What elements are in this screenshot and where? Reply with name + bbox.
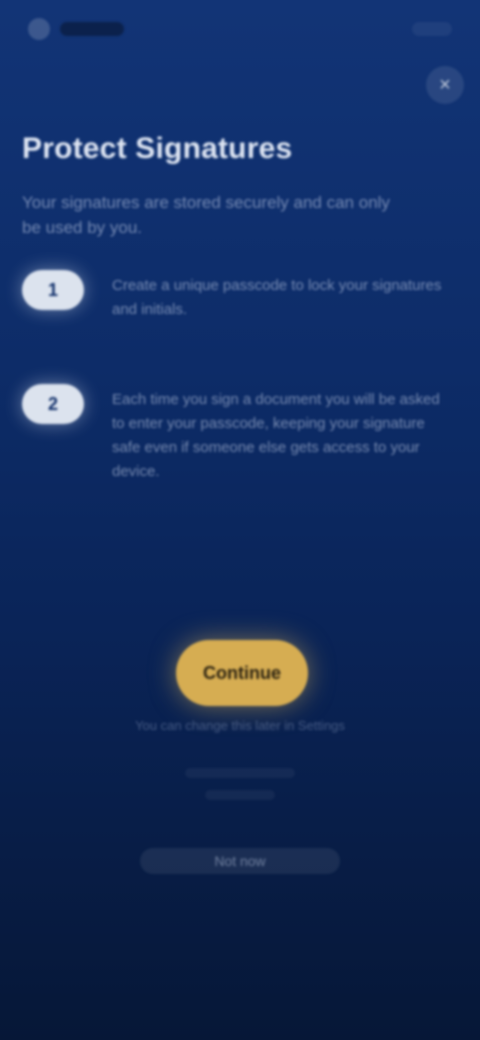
- close-button[interactable]: ×: [426, 66, 464, 104]
- continue-button-label: Continue: [203, 662, 281, 683]
- not-now-link[interactable]: Not now: [140, 848, 340, 874]
- step-text: Create a unique passcode to lock your si…: [112, 277, 442, 318]
- step-number-badge: 1: [22, 270, 84, 310]
- status-icons: [412, 22, 452, 36]
- continue-button[interactable]: Continue: [176, 640, 308, 706]
- status-bar: [28, 14, 452, 44]
- footnote: You can change this later in Settings: [135, 718, 345, 733]
- step-2: 2 Each time you sign a document you will…: [22, 384, 444, 484]
- step-text: Each time you sign a document you will b…: [112, 391, 440, 480]
- page-title: Protect Signatures: [22, 132, 293, 165]
- status-pill: [60, 22, 124, 36]
- step-number-badge: 2: [22, 384, 84, 424]
- divider: [185, 768, 295, 778]
- page-subtitle: Your signatures are stored securely and …: [22, 193, 390, 237]
- status-left: [28, 18, 134, 40]
- close-icon: ×: [439, 74, 451, 96]
- camera-cutout-icon: [28, 18, 50, 40]
- divider: [205, 790, 275, 800]
- step-1: 1 Create a unique passcode to lock your …: [22, 270, 444, 322]
- protect-signatures-screen: × Protect Signatures Your signatures are…: [0, 0, 480, 1040]
